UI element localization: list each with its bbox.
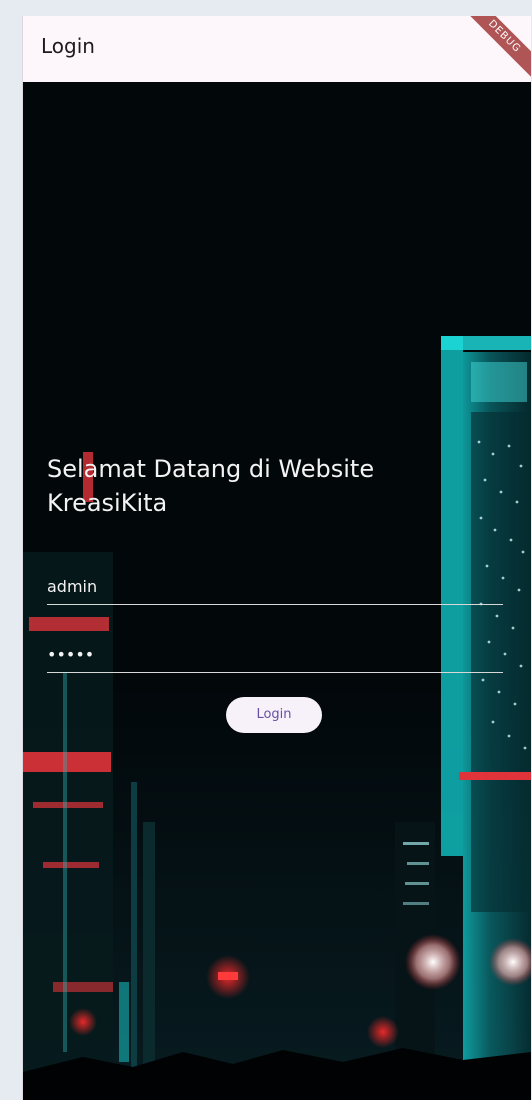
page-title: Login [41, 34, 95, 58]
password-field[interactable]: ••••• [47, 638, 503, 673]
app-bar: Login DEBUG [23, 16, 531, 90]
background-image: Selamat Datang di Website KreasiKita adm… [23, 82, 531, 1100]
username-value: admin [47, 577, 98, 596]
login-button[interactable]: Login [226, 697, 322, 733]
password-value: ••••• [47, 645, 95, 664]
welcome-heading: Selamat Datang di Website KreasiKita [47, 455, 375, 517]
username-field[interactable]: admin [47, 568, 503, 605]
debug-banner: DEBUG [451, 16, 531, 90]
device-frame: Login DEBUG Selamat Datang di Website Kr… [22, 16, 531, 1100]
